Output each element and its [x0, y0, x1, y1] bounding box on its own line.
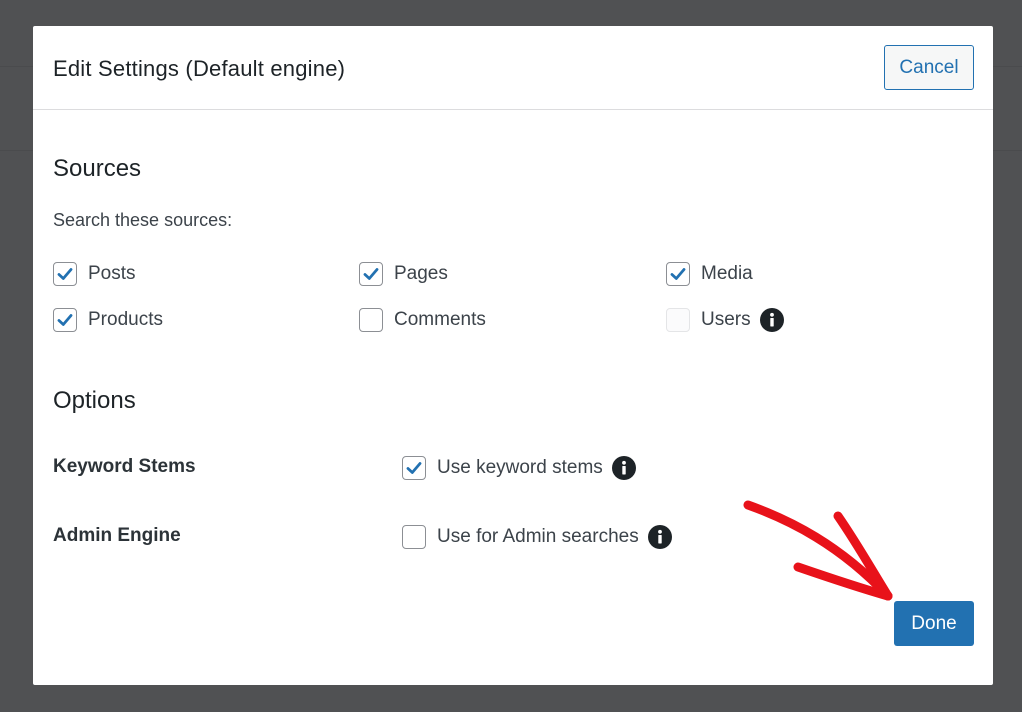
- users-checkbox: [666, 308, 690, 332]
- source-option-comments[interactable]: Comments: [359, 308, 486, 332]
- edit-settings-modal: Edit Settings (Default engine) Cancel So…: [33, 26, 993, 685]
- source-option-products[interactable]: Products: [53, 308, 163, 332]
- sources-subtitle: Search these sources:: [53, 210, 233, 230]
- keyword-stems-option[interactable]: Use keyword stems: [402, 456, 636, 480]
- source-option-users: Users: [666, 308, 784, 332]
- keyword-stems-checkbox[interactable]: [402, 456, 426, 480]
- keyword-stems-checkbox-label: Use keyword stems: [437, 457, 603, 478]
- source-option-media[interactable]: Media: [666, 262, 753, 286]
- done-button[interactable]: Done: [894, 601, 974, 646]
- modal-header: Edit Settings (Default engine) Cancel: [33, 26, 993, 110]
- admin-searches-checkbox-label: Use for Admin searches: [437, 526, 639, 547]
- checkmark-icon: [57, 268, 73, 280]
- media-checkbox[interactable]: [666, 262, 690, 286]
- source-option-posts[interactable]: Posts: [53, 262, 136, 286]
- info-icon[interactable]: [647, 525, 672, 549]
- admin-engine-label: Admin Engine: [53, 525, 181, 546]
- users-label: Users: [701, 309, 751, 330]
- pages-label: Pages: [394, 263, 448, 284]
- modal-title: Edit Settings (Default engine): [53, 56, 346, 81]
- info-icon[interactable]: [611, 456, 636, 480]
- source-option-pages[interactable]: Pages: [359, 262, 448, 286]
- cancel-button[interactable]: Cancel: [884, 45, 974, 90]
- pages-checkbox[interactable]: [359, 262, 383, 286]
- admin-searches-checkbox[interactable]: [402, 525, 426, 549]
- checkmark-icon: [670, 268, 686, 280]
- checkmark-icon: [363, 268, 379, 280]
- posts-checkbox[interactable]: [53, 262, 77, 286]
- products-label: Products: [88, 309, 163, 330]
- comments-label: Comments: [394, 309, 486, 330]
- sources-heading: Sources: [53, 155, 142, 182]
- options-heading: Options: [53, 387, 136, 414]
- products-checkbox[interactable]: [53, 308, 77, 332]
- keyword-stems-label: Keyword Stems: [53, 456, 196, 477]
- info-icon[interactable]: [759, 308, 784, 332]
- checkmark-icon: [57, 314, 73, 326]
- posts-label: Posts: [88, 263, 136, 284]
- comments-checkbox[interactable]: [359, 308, 383, 332]
- admin-engine-option[interactable]: Use for Admin searches: [402, 525, 672, 549]
- media-label: Media: [701, 263, 753, 284]
- checkmark-icon: [406, 462, 422, 474]
